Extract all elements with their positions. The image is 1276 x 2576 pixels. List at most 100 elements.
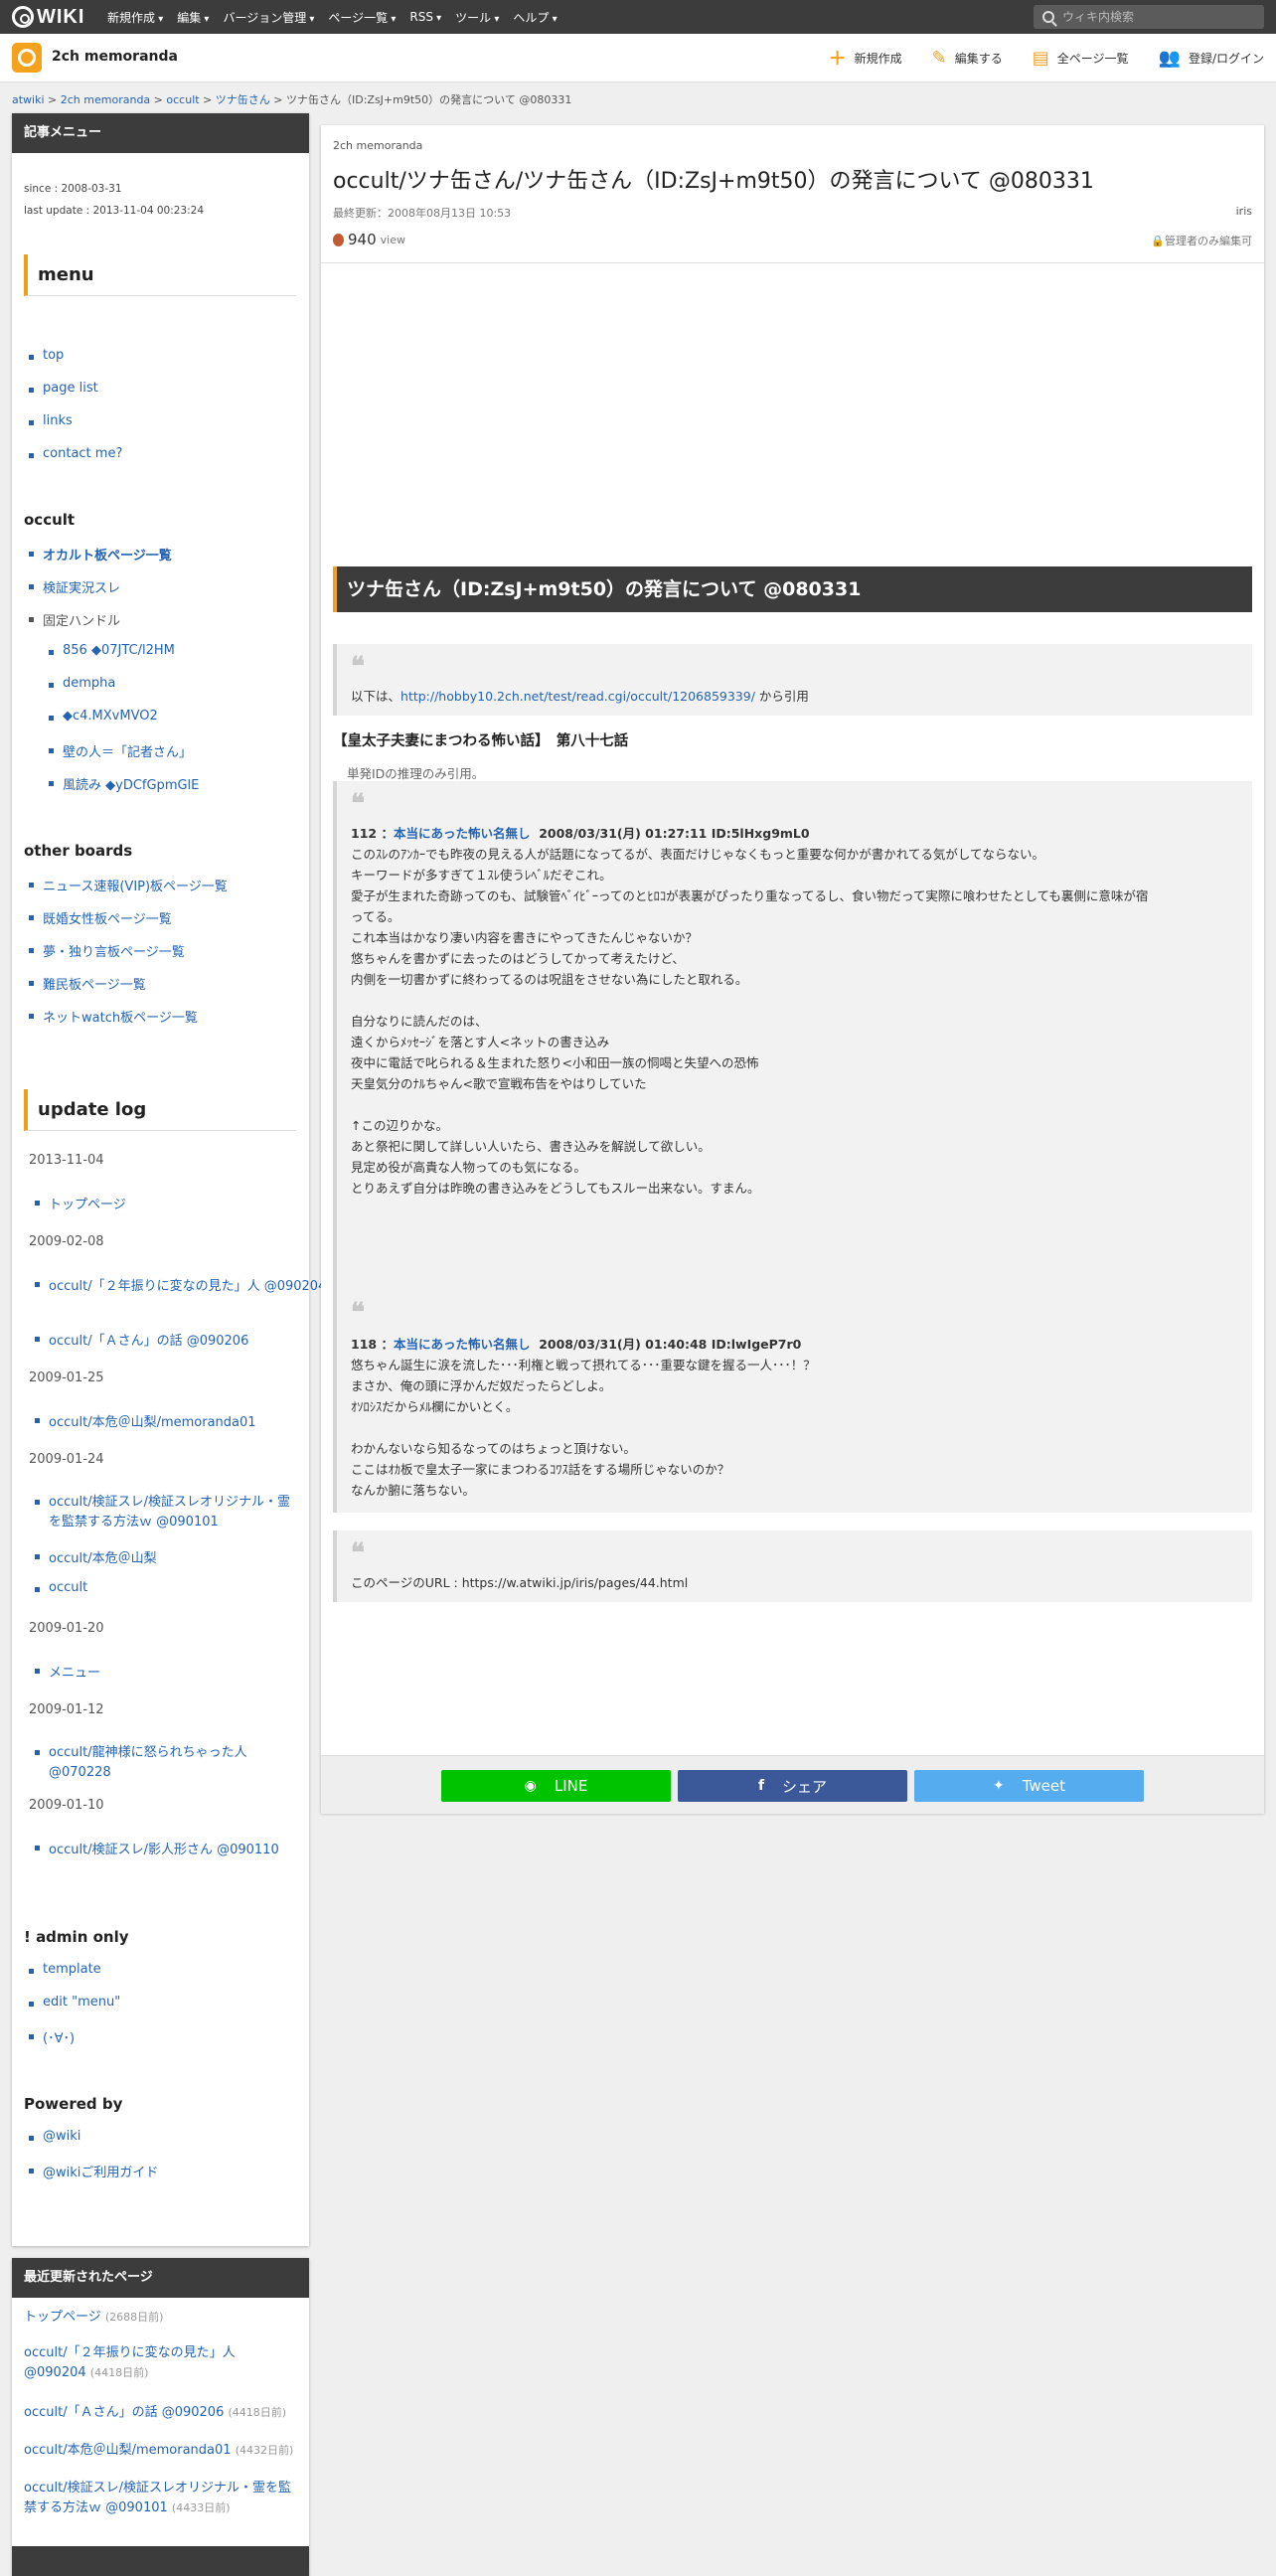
crumb-sep: > <box>203 93 213 106</box>
update-date: 2009-01-20 <box>29 1621 104 1636</box>
sidebar-item-handle[interactable]: 856 ◆07JTC/l2HM <box>49 643 175 658</box>
recent-item-age: (4418日前) <box>89 2366 149 2379</box>
quote-note: 単発IDの推理のみ引用。 <box>347 766 485 781</box>
line-label: LINE <box>554 1777 588 1795</box>
sidebar-item-board[interactable]: 夢・独り言板ページ一覧 <box>29 941 185 960</box>
post-line: このｽﾚのｱﾝｶｰでも昨夜の見える人が話題になってるが、表面だけじゃなくもっと重… <box>351 847 1045 862</box>
update-item[interactable]: occult/検証スレ/検証スレオリジナル・霊を監禁する方法ｗ @090101 <box>35 1493 292 1532</box>
menu-rss[interactable]: RSS <box>409 10 441 24</box>
sidebar-item-board[interactable]: 既婚女性板ページ一覧 <box>29 908 172 927</box>
sidebar-item-edit-menu[interactable]: edit "menu" <box>28 1995 120 2010</box>
view-unit: view <box>380 233 405 246</box>
page-list-button[interactable]: ▤ 全ページ一覧 <box>1033 48 1129 69</box>
menu-pages[interactable]: ページ一覧 <box>328 9 396 26</box>
poster-name[interactable]: 本当にあった怖い名無し <box>394 1337 531 1352</box>
section-heading: ツナ缶さん（ID:ZsJ+m9t50）の発言について @080331 <box>333 566 1252 612</box>
sidebar-item-handle[interactable]: 風読み ◆yDCfGpmGlE <box>48 774 199 793</box>
update-item[interactable]: トップページ <box>35 1194 126 1212</box>
sidebar-item-top[interactable]: top <box>28 348 64 363</box>
sidebar-item-face[interactable]: (･∀･) <box>28 2027 75 2046</box>
sidebar-header: 記事メニュー <box>12 113 309 153</box>
at-icon <box>12 6 34 28</box>
edit-page-button[interactable]: ✎ 編集する <box>932 48 1003 69</box>
update-item[interactable]: occult/「Ａさん」の話 @090206 <box>34 1330 248 1349</box>
update-item[interactable]: occult/「２年振りに変なの見た」人 @090204 <box>34 1275 326 1294</box>
story-heading: 【皇太子夫妻にまつわる怖い話】 第八十七話 <box>333 733 629 749</box>
login-label: 登録/ログイン <box>1188 51 1264 66</box>
post-number: 118 <box>351 1337 378 1352</box>
update-item[interactable]: メニュー <box>34 1662 100 1681</box>
poster-name[interactable]: 本当にあった怖い名無し <box>394 826 531 841</box>
update-item[interactable]: occult/検証スレ/影人形さん @090110 <box>35 1839 279 1857</box>
search-input[interactable] <box>1060 9 1253 25</box>
menu-heading: menu <box>24 254 296 296</box>
post-line: 見定め役が高貴な人物ってのも気になる。 <box>351 1160 586 1175</box>
sidebar-item-board[interactable]: ネットwatch板ページ一覧 <box>29 1007 198 1026</box>
sidebar-item-template[interactable]: template <box>29 1962 101 1977</box>
tweet-button[interactable]: ✦ Tweet <box>914 1770 1144 1802</box>
recent-item-link[interactable]: occult/「Ａさん」の話 @090206 <box>24 2405 224 2420</box>
sidebar-item-occult-list[interactable]: オカルト板ページ一覧 <box>29 545 172 564</box>
sidebar-item-atwiki[interactable]: @wiki <box>28 2129 80 2144</box>
divider <box>321 262 1264 263</box>
menu-edit[interactable]: 編集 <box>177 9 209 26</box>
crumb-atwiki[interactable]: atwiki <box>12 93 45 106</box>
twitter-icon: ✦ <box>992 1778 1005 1794</box>
update-item[interactable]: occult/龍神様に怒られちゃった人 @070228 <box>35 1743 292 1783</box>
sidebar-item-contact[interactable]: contact me? <box>28 446 122 461</box>
post-number: 112 <box>351 826 378 841</box>
sidebar-item-handle[interactable]: dempha <box>48 676 115 691</box>
recent-item-link[interactable]: occult/検証スレ/検証スレオリジナル・霊を監禁する方法ｗ @090101 <box>24 2481 291 2515</box>
post-line: わかんないなら知るなってのはちょっと頂けない。 <box>351 1441 636 1456</box>
menu-new[interactable]: 新規作成 <box>107 9 163 26</box>
site-name[interactable]: 2ch memoranda <box>52 49 178 65</box>
sidebar-item-board[interactable]: ニュース速報(VIP)板ページ一覧 <box>29 876 228 894</box>
since-text: since : 2008-03-31 <box>24 183 122 195</box>
users-icon: 👥 <box>1158 47 1181 69</box>
post-line: これ本当はかなり凄い内容を書きにやってきたんじゃないか？ <box>351 930 699 945</box>
sidebar-item-handle[interactable]: 壁の人＝「記者さん」 <box>48 741 192 760</box>
tweet-label: Tweet <box>1022 1777 1066 1795</box>
wiki-search <box>1034 5 1264 29</box>
crumb-sep: > <box>48 93 58 106</box>
menu-version[interactable]: バージョン管理 <box>223 9 314 26</box>
crumb-tunakan[interactable]: ツナ缶さん <box>216 93 270 106</box>
sidebar-item-links[interactable]: links <box>29 413 73 428</box>
recent-item-age: (4433日前) <box>171 2501 231 2514</box>
other-boards-heading: other boards <box>24 842 133 860</box>
crumb-sep: > <box>273 93 283 106</box>
facebook-icon: f <box>757 1778 765 1794</box>
recent-item-link[interactable]: トップページ <box>24 2310 101 2325</box>
sidebar-item-handle[interactable]: ◆c4.MXvMVO2 <box>49 709 158 724</box>
update-item[interactable]: occult <box>34 1580 87 1595</box>
recent-item-link[interactable]: occult/本危＠山梨/memoranda01 <box>24 2443 232 2458</box>
sidebar-item-page-list[interactable]: page list <box>29 381 98 396</box>
crumb-site[interactable]: 2ch memoranda <box>61 93 150 106</box>
update-item[interactable]: occult/本危＠山梨 <box>35 1547 157 1566</box>
facebook-share-button[interactable]: f シェア <box>678 1770 907 1802</box>
quote-icon: ❝ <box>351 1538 365 1568</box>
sidebar-item-board[interactable]: 難民板ページ一覧 <box>29 974 146 993</box>
menu-help[interactable]: ヘルプ <box>513 9 557 26</box>
admin-heading: ! admin only <box>24 1928 129 1946</box>
page-url-quote: ❝ このページのURL : https://w.atwiki.jp/iris/p… <box>333 1530 1252 1602</box>
search-icon[interactable] <box>1042 11 1054 23</box>
sidebar-item-guide[interactable]: @wikiご利用ガイド <box>28 2162 158 2180</box>
article-category[interactable]: 2ch memoranda <box>333 139 422 152</box>
crumb-current: ツナ缶さん（ID:ZsJ+m9t50）の発言について @080331 <box>286 93 572 106</box>
line-share-button[interactable]: ◉ LINE <box>441 1770 671 1802</box>
update-item[interactable]: occult/本危＠山梨/memoranda01 <box>35 1411 256 1430</box>
sidebar-item-kensho[interactable]: 検証実況スレ <box>28 577 120 596</box>
crumb-sep: > <box>153 93 163 106</box>
menu-tools[interactable]: ツール <box>455 9 499 26</box>
new-page-button[interactable]: ＋ 新規作成 <box>829 45 902 71</box>
recent-pages-widget: 最近更新されたページ トップページ (2688日前) occult/「２年振りに… <box>12 2258 309 2576</box>
site-logo-icon[interactable] <box>12 43 42 73</box>
author-link[interactable]: iris <box>1236 205 1252 218</box>
recent-item-age: (4418日前) <box>228 2406 287 2419</box>
atwiki-logo[interactable]: WIKI <box>12 5 84 29</box>
update-date: 2009-02-08 <box>29 1234 104 1249</box>
crumb-occult[interactable]: occult <box>166 93 199 106</box>
login-button[interactable]: 👥 登録/ログイン <box>1159 48 1264 69</box>
source-url-link[interactable]: http://hobby10.2ch.net/test/read.cgi/occ… <box>400 689 755 704</box>
